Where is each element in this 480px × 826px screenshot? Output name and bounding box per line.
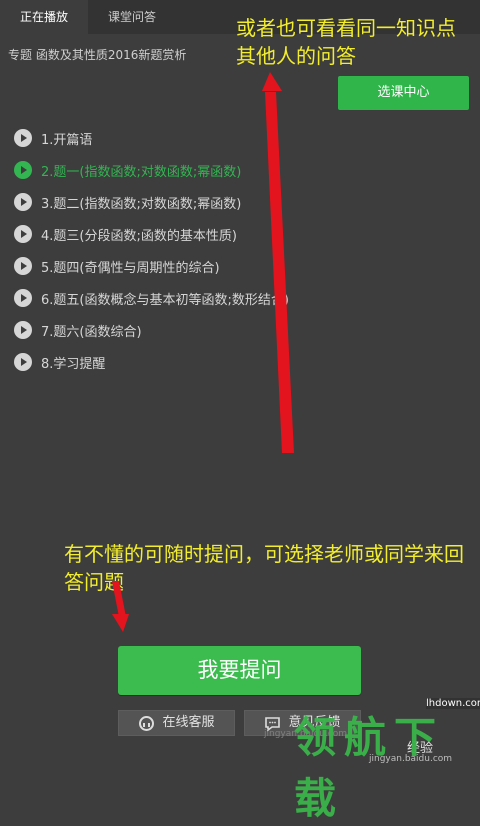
lesson-item[interactable]: 3.题二(指数函数;对数函数;幂函数): [14, 186, 434, 218]
annotation-bottom: 有不懂的可随时提问，可选择老师或同学来回答问题: [64, 542, 464, 594]
play-icon: [14, 257, 32, 275]
lesson-label: 8.学习提醒: [41, 356, 106, 372]
watermark-baidu: jingyan.baidu.com: [369, 754, 453, 764]
red-arrow-top-head: [262, 72, 282, 91]
watermark-logo: 领航下载: [294, 713, 445, 823]
play-icon: [14, 193, 32, 211]
course-title: 专题 函数及其性质2016新题赏析: [8, 48, 187, 62]
lesson-label: 7.题六(函数综合): [41, 324, 142, 340]
lesson-item[interactable]: 1.开篇语: [14, 122, 434, 154]
lesson-label: 4.题三(分段函数;函数的基本性质): [41, 228, 237, 244]
play-icon: [14, 321, 32, 339]
online-service-label: 在线客服: [162, 715, 215, 730]
play-icon: [14, 225, 32, 243]
play-icon: [14, 289, 32, 307]
tab-now-playing[interactable]: 正在播放: [0, 0, 88, 34]
lesson-label: 5.题四(奇偶性与周期性的综合): [41, 260, 220, 276]
lesson-item[interactable]: 6.题五(函数概念与基本初等函数;数形结合): [14, 282, 434, 314]
headset-icon: [138, 715, 155, 732]
lesson-item[interactable]: 4.题三(分段函数;函数的基本性质): [14, 218, 434, 250]
tab-class-qa[interactable]: 课堂问答: [88, 0, 176, 34]
lesson-item[interactable]: 7.题六(函数综合): [14, 314, 434, 346]
play-icon: [14, 353, 32, 371]
play-icon: [14, 129, 32, 147]
lesson-label: 2.题一(指数函数;对数函数;幂函数): [41, 164, 242, 180]
annotation-top: 或者也可看看同一知识点其他人的问答: [236, 16, 456, 68]
lesson-label: 3.题二(指数函数;对数函数;幂函数): [41, 196, 242, 212]
red-arrow-bottom-head: [112, 614, 129, 632]
lesson-label: 6.题五(函数概念与基本初等函数;数形结合): [41, 292, 289, 308]
lesson-item[interactable]: 5.题四(奇偶性与周期性的综合): [14, 250, 434, 282]
lesson-list: 1.开篇语 2.题一(指数函数;对数函数;幂函数) 3.题二(指数函数;对数函数…: [14, 122, 434, 378]
lesson-label: 1.开篇语: [41, 132, 93, 148]
online-service-button[interactable]: 在线客服: [118, 710, 235, 736]
lesson-item[interactable]: 8.学习提醒: [14, 346, 434, 378]
select-center-button[interactable]: 选课中心: [338, 76, 469, 110]
play-icon: [14, 161, 32, 179]
ask-question-button[interactable]: 我要提问: [118, 646, 361, 695]
lesson-item-active[interactable]: 2.题一(指数函数;对数函数;幂函数): [14, 154, 434, 186]
